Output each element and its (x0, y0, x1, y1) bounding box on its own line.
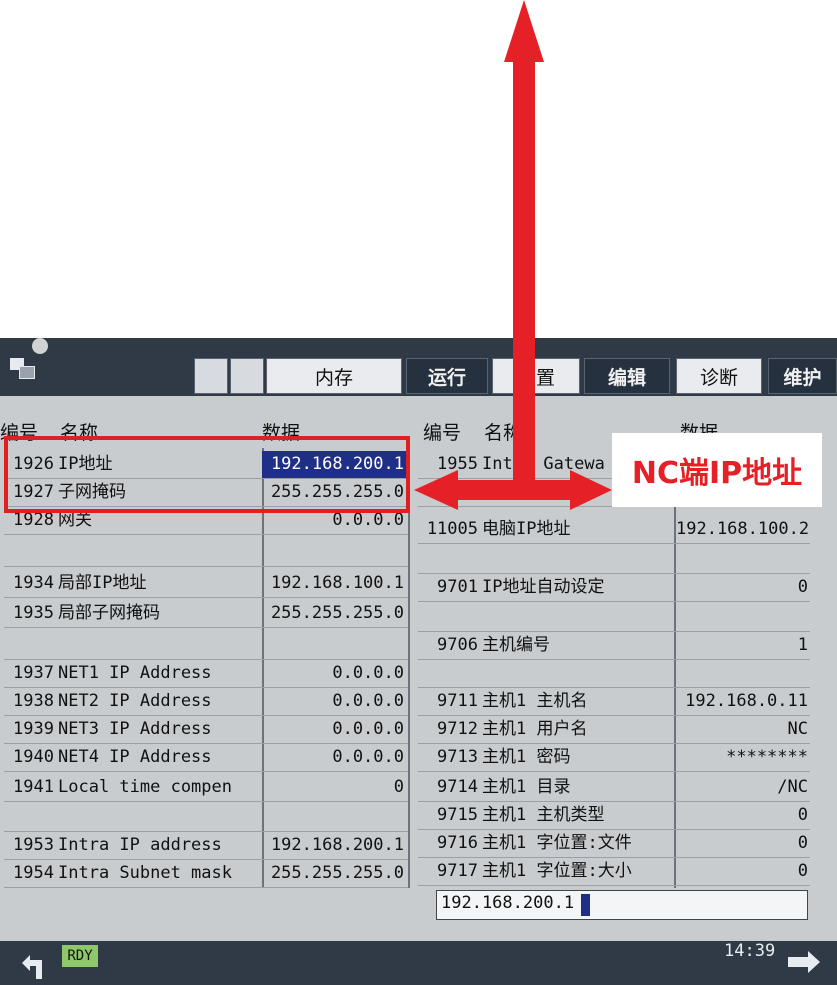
param-value[interactable]: 192.168.0.11 (676, 688, 810, 715)
param-number: 9711 (437, 691, 478, 711)
param-number (418, 546, 478, 573)
param-number: 9701 (437, 577, 478, 597)
next-arrow-icon[interactable] (784, 947, 824, 977)
table-row[interactable]: 9714 主机1 目录/NC (0, 774, 837, 802)
table-row[interactable]: 9716 主机1 字位置:文件 0 (0, 830, 837, 858)
table-row[interactable]: 9715 主机1 主机类型 0 (0, 802, 837, 830)
table-row[interactable]: 9713 主机1 密码 ******** (0, 744, 837, 772)
table-row[interactable] (0, 546, 837, 574)
param-number (418, 604, 478, 631)
param-name (482, 604, 672, 631)
return-arrow-icon[interactable] (16, 951, 48, 981)
param-number: 9706 (437, 635, 478, 655)
table-row[interactable] (0, 604, 837, 632)
reflection-spot (32, 338, 48, 354)
param-name: 主机1 字位置:文件 (482, 833, 632, 853)
screen-switch-icon[interactable] (10, 358, 36, 380)
right-header-name: 名称 (484, 422, 523, 444)
param-value[interactable]: 1 (676, 632, 810, 659)
param-name (482, 660, 672, 687)
param-name: IP地址自动设定 (482, 577, 605, 597)
param-number: 11005 (426, 519, 478, 539)
table-row[interactable]: 9712 主机1 用户名 NC (0, 716, 837, 744)
highlight-box (4, 436, 410, 513)
param-number: 9717 (437, 861, 478, 881)
param-value[interactable] (676, 546, 810, 573)
param-value[interactable]: 0 (676, 802, 810, 829)
param-value[interactable]: NC (676, 716, 810, 743)
param-number (418, 479, 478, 506)
param-name: 主机1 字位置:大小 (482, 861, 632, 881)
param-value[interactable]: /NC (676, 774, 810, 801)
table-row[interactable]: 11005 电脑IP地址 192.168.100.2 (0, 516, 837, 544)
row-divider (418, 543, 810, 544)
clock: 14:39 (724, 941, 776, 961)
row-divider (4, 771, 408, 772)
param-name: 主机编号 (482, 635, 550, 655)
row-divider (418, 601, 810, 602)
param-number (418, 660, 478, 687)
param-name (482, 546, 672, 573)
tab-1[interactable] (230, 358, 264, 394)
rdy-status-badge: RDY (62, 945, 98, 967)
param-value[interactable]: 0 (676, 830, 810, 857)
table-row[interactable] (0, 660, 837, 688)
param-name: 主机1 用户名 (482, 719, 588, 739)
param-name: 电脑IP地址 (482, 519, 571, 539)
nc-ip-annotation-label: NC端IP地址 (612, 433, 822, 507)
table-row[interactable]: 9711 主机1 主机名 192.168.0.11 (0, 688, 837, 716)
input-value: 192.168.200.1 (441, 893, 575, 913)
tab-7[interactable]: 维护 (768, 358, 837, 394)
param-value[interactable]: 0 (676, 574, 810, 601)
table-row[interactable]: 9701 IP地址自动设定 0 (0, 574, 837, 602)
tab-3[interactable]: 运行 (406, 358, 488, 394)
right-header-no: 编号 (423, 422, 462, 444)
param-value[interactable]: ******** (676, 744, 810, 771)
tab-5[interactable]: 编辑 (584, 358, 670, 394)
param-value[interactable] (676, 660, 810, 687)
table-row[interactable]: 9717 主机1 字位置:大小 0 (0, 858, 837, 886)
param-name: 主机1 目录 (482, 777, 571, 797)
param-name: 主机1 密码 (482, 747, 571, 767)
param-number: 9712 (437, 719, 478, 739)
param-number: 9713 (437, 747, 478, 767)
param-name: 主机1 主机类型 (482, 805, 605, 825)
param-name: 主机1 主机名 (482, 691, 588, 711)
tab-0[interactable] (194, 358, 228, 394)
param-number: 9714 (437, 777, 478, 797)
table-row[interactable]: 9706 主机编号 1 (0, 632, 837, 660)
param-number: 1955 (437, 454, 478, 474)
row-divider (4, 887, 408, 888)
param-number: 9715 (437, 805, 478, 825)
tab-6[interactable]: 诊断 (676, 358, 762, 394)
param-value[interactable] (676, 604, 810, 631)
key-input-buffer[interactable]: 192.168.200.1 (436, 890, 808, 920)
bottom-bar: RDY 14:39 (0, 941, 837, 985)
row-divider (418, 771, 810, 772)
param-number: 9716 (437, 833, 478, 853)
up-arrowhead (504, 0, 544, 62)
param-value[interactable]: 192.168.100.2 (676, 516, 810, 543)
tab-4[interactable]: 设置 (492, 358, 580, 394)
param-value[interactable]: 0 (676, 858, 810, 885)
text-cursor (581, 894, 590, 916)
row-divider (418, 885, 810, 886)
tab-2[interactable]: 内存 (266, 358, 402, 394)
